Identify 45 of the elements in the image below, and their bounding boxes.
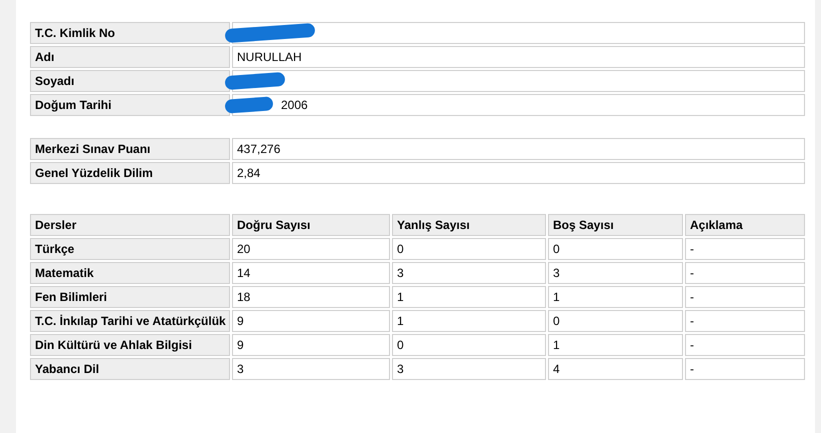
column-header: Yanlış Sayısı <box>392 214 546 236</box>
table-cell: 0 <box>548 310 683 332</box>
column-header: Boş Sayısı <box>548 214 683 236</box>
field-label: Doğum Tarihi <box>30 94 230 116</box>
field-value: NURULLAH <box>237 50 302 64</box>
subject-name: Matematik <box>30 262 230 284</box>
table-cell: - <box>685 310 805 332</box>
table-cell: 1 <box>548 334 683 356</box>
table-cell: 14 <box>232 262 390 284</box>
table-cell: 1 <box>392 310 546 332</box>
table-cell: 0 <box>392 238 546 260</box>
field-label: T.C. Kimlik No <box>30 22 230 44</box>
table-cell: - <box>685 286 805 308</box>
field-label: Adı <box>30 46 230 68</box>
table-cell: 0 <box>392 334 546 356</box>
table-cell: 9 <box>232 334 390 356</box>
table-cell: 3 <box>548 262 683 284</box>
table-cell: 1 <box>392 286 546 308</box>
table-cell: 3 <box>392 262 546 284</box>
table-cell: 0 <box>548 238 683 260</box>
column-header: Dersler <box>30 214 230 236</box>
field-label: Soyadı <box>30 70 230 92</box>
table-cell: 4 <box>548 358 683 380</box>
field-value: 2,84 <box>237 166 260 180</box>
table-cell: 3 <box>392 358 546 380</box>
field-value: 2006 <box>281 98 308 112</box>
subject-name: Yabancı Dil <box>30 358 230 380</box>
table-cell: - <box>685 238 805 260</box>
column-header: Açıklama <box>685 214 805 236</box>
field-label: Merkezi Sınav Puanı <box>30 138 230 160</box>
field-value: 437,276 <box>237 142 280 156</box>
table-cell: 3 <box>232 358 390 380</box>
field-label: Genel Yüzdelik Dilim <box>30 162 230 184</box>
subject-name: Türkçe <box>30 238 230 260</box>
table-cell: - <box>685 358 805 380</box>
table-cell: - <box>685 334 805 356</box>
subject-name: T.C. İnkılap Tarihi ve Atatürkçülük <box>30 310 230 332</box>
table-cell: 1 <box>548 286 683 308</box>
column-header: Doğru Sayısı <box>232 214 390 236</box>
table-cell: 18 <box>232 286 390 308</box>
table-cell: 9 <box>232 310 390 332</box>
subject-name: Fen Bilimleri <box>30 286 230 308</box>
table-cell: - <box>685 262 805 284</box>
table-cell: 20 <box>232 238 390 260</box>
subject-name: Din Kültürü ve Ahlak Bilgisi <box>30 334 230 356</box>
